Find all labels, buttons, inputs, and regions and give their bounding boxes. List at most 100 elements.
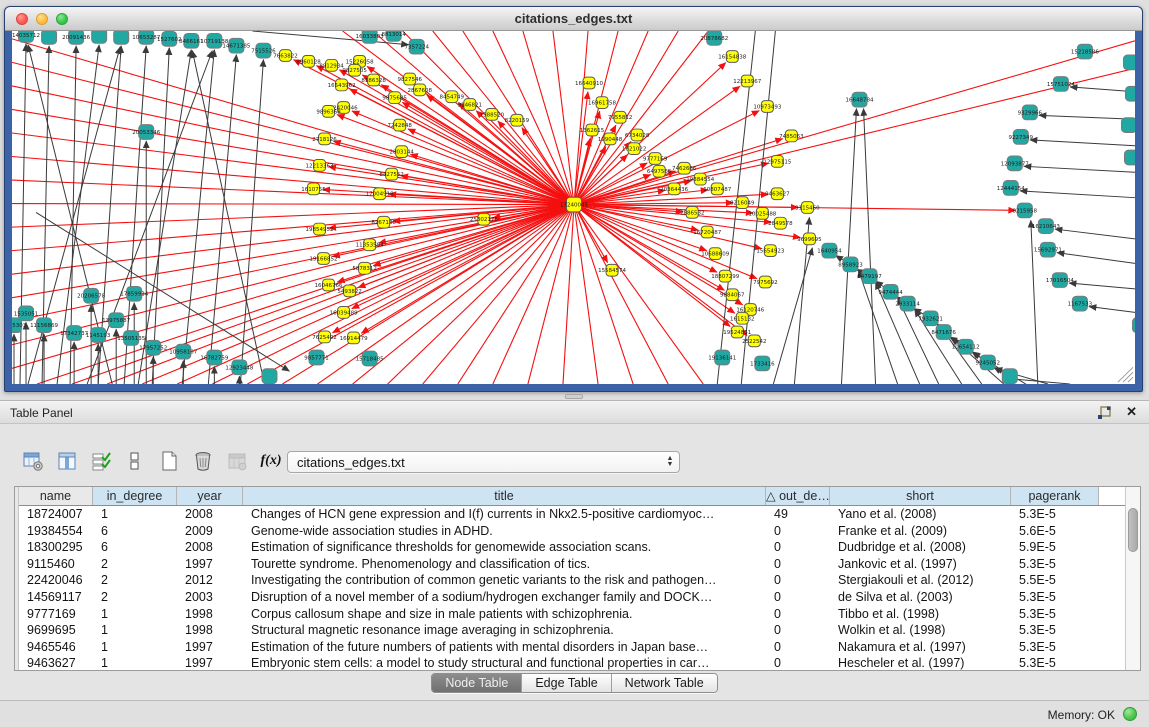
column-header-pagerank[interactable]: pagerank bbox=[1011, 487, 1099, 505]
node-label: 1640954 bbox=[817, 249, 842, 255]
network-canvas[interactable]: 1724004589601288912934152260589827505818… bbox=[12, 31, 1135, 384]
column-header-in-degree[interactable]: in_degree bbox=[93, 487, 177, 505]
new-document-icon[interactable] bbox=[156, 448, 182, 474]
node-label: 16782759 bbox=[200, 356, 229, 362]
table-row[interactable]: 946554611997Estimation of the future num… bbox=[19, 639, 1125, 656]
table-column-icon[interactable] bbox=[54, 448, 80, 474]
node-label: 8216049 bbox=[730, 201, 755, 207]
graph-node[interactable] bbox=[1125, 86, 1135, 101]
table-row[interactable]: 911546021997Tourette syndrome. Phenomeno… bbox=[19, 556, 1125, 573]
float-window-icon[interactable] bbox=[1097, 406, 1111, 420]
cell-short: Nakamura et al. (1997) bbox=[830, 639, 1011, 656]
cell-pagerank: 5.3E-5 bbox=[1011, 589, 1099, 606]
node-label: 8427552 bbox=[379, 172, 403, 178]
graph-node[interactable] bbox=[42, 31, 57, 44]
graph-node[interactable] bbox=[114, 31, 129, 44]
close-panel-icon[interactable]: ✕ bbox=[1126, 404, 1137, 420]
graph-node[interactable] bbox=[1124, 150, 1135, 165]
node-label: 2718126 bbox=[312, 137, 337, 143]
node-label: 20091436 bbox=[62, 35, 91, 41]
table-gear-icon[interactable] bbox=[20, 448, 46, 474]
tab-network-table[interactable]: Network Table bbox=[612, 674, 717, 692]
node-label: 10025488 bbox=[748, 211, 777, 217]
cell-out-de-: 0 bbox=[766, 572, 830, 589]
node-label: 15218586 bbox=[1071, 50, 1100, 56]
node-label: 1990448 bbox=[598, 137, 623, 143]
tab-edge-table[interactable]: Edge Table bbox=[522, 674, 611, 692]
node-label: 1621022 bbox=[622, 147, 646, 153]
network-window-titlebar[interactable]: citations_edges.txt bbox=[5, 7, 1142, 31]
column-header-title[interactable]: title bbox=[243, 487, 766, 505]
table-row[interactable]: 1830029562008Estimation of significance … bbox=[19, 539, 1125, 556]
table-row[interactable]: 2242004622012Investigating the contribut… bbox=[19, 572, 1125, 589]
node-label: 1588520 bbox=[480, 112, 505, 118]
column-header-name[interactable]: name bbox=[19, 487, 93, 505]
graph-node[interactable] bbox=[1132, 318, 1135, 333]
table-row[interactable]: 1938455462009Genome-wide association stu… bbox=[19, 523, 1125, 540]
cell-out-de-: 0 bbox=[766, 539, 830, 556]
table-row[interactable]: 969969511998Structural magnetic resonanc… bbox=[19, 622, 1125, 639]
node-label: 9227349 bbox=[1009, 135, 1034, 141]
node-label: 20364436 bbox=[660, 187, 689, 193]
node-label: 10973493 bbox=[753, 105, 782, 111]
node-label: 8471676 bbox=[931, 330, 956, 336]
table-row[interactable]: 946362711997Embryonic stem cells: a mode… bbox=[19, 655, 1125, 670]
node-label: 8454749 bbox=[440, 95, 465, 101]
table-row[interactable]: 977716911998Corpus callosum shape and si… bbox=[19, 606, 1125, 623]
trash-icon[interactable] bbox=[190, 448, 216, 474]
table-panel-body: f(x) citations_edges.txt ▲▼ namein_degre… bbox=[0, 424, 1149, 727]
node-label: 9329966 bbox=[1018, 110, 1043, 116]
cell-pagerank: 5.3E-5 bbox=[1011, 639, 1099, 656]
cell-year: 1997 bbox=[177, 556, 243, 573]
cell-name: 9115460 bbox=[19, 556, 93, 573]
node-label: 6479197 bbox=[857, 274, 881, 280]
node-label: 16720487 bbox=[693, 230, 721, 236]
panel-splitter-handle[interactable] bbox=[565, 394, 583, 399]
graph-nodes: 1724004589601288912934152260589827505818… bbox=[12, 31, 1135, 384]
node-label: 9884067 bbox=[720, 293, 744, 299]
node-label: 20878682 bbox=[700, 36, 728, 42]
checklist-icon[interactable] bbox=[88, 448, 114, 474]
node-label: 13975887 bbox=[102, 318, 130, 324]
table-source-select[interactable]: citations_edges.txt ▲▼ bbox=[287, 451, 680, 473]
network-window: citations_edges.txt 17240045896012889129… bbox=[4, 6, 1143, 392]
cell-year: 1997 bbox=[177, 639, 243, 656]
column-header-year[interactable]: year bbox=[177, 487, 243, 505]
table-row[interactable]: 1872400712008Changes of HCN gene express… bbox=[19, 506, 1125, 523]
tab-node-table[interactable]: Node Table bbox=[432, 674, 522, 692]
node-label: 1167533 bbox=[1068, 302, 1093, 308]
column-header-out-de-[interactable]: △ out_de… bbox=[766, 487, 830, 505]
cell-year: 1998 bbox=[177, 622, 243, 639]
node-label: 2886532 bbox=[680, 210, 704, 216]
cell-pagerank: 5.3E-5 bbox=[1011, 622, 1099, 639]
node-label: 20053346 bbox=[132, 130, 161, 136]
graph-node[interactable] bbox=[92, 31, 107, 43]
graph-node[interactable] bbox=[1123, 55, 1135, 70]
cell-title: Estimation of the future numbers of pati… bbox=[243, 639, 766, 656]
node-label: 6734028 bbox=[625, 133, 650, 139]
graph-node[interactable] bbox=[1121, 118, 1135, 133]
node-label: 19136141 bbox=[708, 356, 736, 362]
canvas-resize-grip[interactable] bbox=[1118, 367, 1133, 382]
node-label: 9857771 bbox=[304, 356, 328, 362]
cell-name: 9465546 bbox=[19, 639, 93, 656]
column-header-short[interactable]: short bbox=[830, 487, 1011, 505]
node-label: 8220159 bbox=[505, 118, 530, 124]
scrollbar-thumb[interactable] bbox=[1128, 508, 1138, 552]
table-row[interactable]: 1456911722003Disruption of a novel membe… bbox=[19, 589, 1125, 606]
node-label: 16640910 bbox=[575, 81, 604, 87]
table-scrollbar[interactable] bbox=[1125, 487, 1140, 670]
cell-out-de-: 0 bbox=[766, 523, 830, 540]
cell-short: Jankovic et al. (1997) bbox=[830, 556, 1011, 573]
function-fx-icon[interactable]: f(x) bbox=[258, 448, 284, 474]
rows-icon[interactable] bbox=[122, 448, 148, 474]
node-label: 11156869 bbox=[30, 323, 59, 329]
node-label: 2803144 bbox=[389, 150, 414, 156]
cell-pagerank: 5.3E-5 bbox=[1011, 506, 1099, 523]
graph-node[interactable] bbox=[1002, 369, 1017, 384]
column-header-filler bbox=[1099, 487, 1125, 505]
cell-in-degree: 2 bbox=[93, 589, 177, 606]
cell-title: Genome-wide association studies in ADHD. bbox=[243, 523, 766, 540]
graph-node[interactable] bbox=[262, 369, 277, 384]
node-label: 19854952 bbox=[306, 227, 334, 233]
